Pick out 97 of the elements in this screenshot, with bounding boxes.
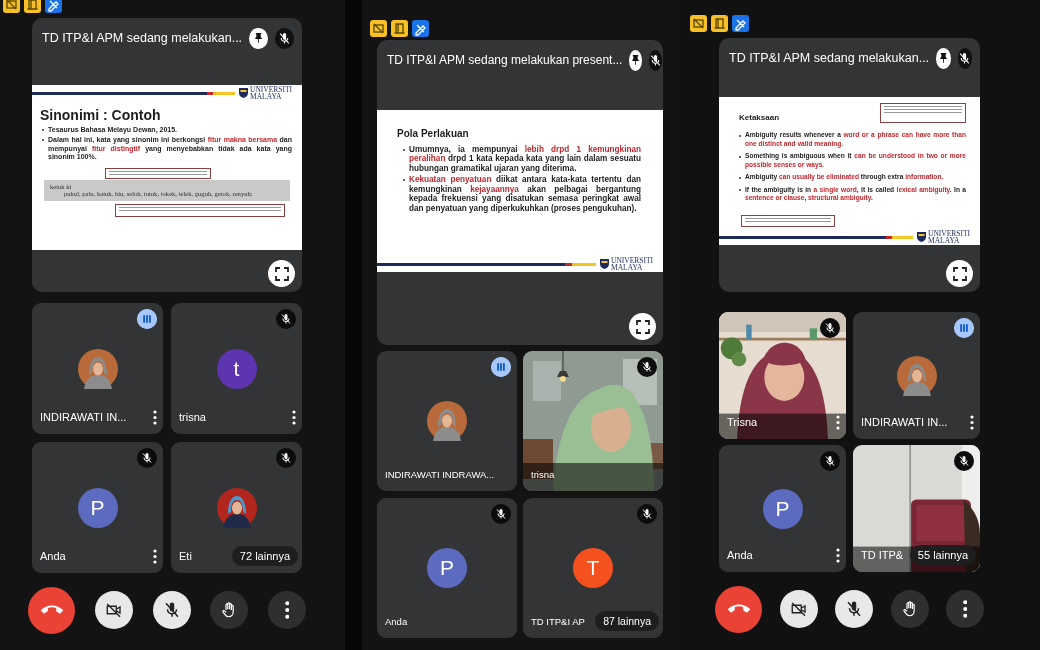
participant-name: INDIRAWATI INDRAWA... [385, 468, 496, 480]
slide-title: Ketaksaan [739, 113, 781, 122]
mic-off-icon [641, 361, 653, 373]
participant-tile[interactable]: t trisna [171, 303, 302, 434]
camera-off-icon [104, 601, 123, 619]
fullscreen-icon [952, 266, 967, 281]
more-icon[interactable] [152, 409, 158, 425]
mic-off-icon [824, 455, 836, 467]
participant-name: Anda [385, 615, 409, 627]
fullscreen-button[interactable] [946, 260, 973, 287]
participant-name: TD ITP&I AP [531, 615, 586, 627]
hang-up-button[interactable] [715, 585, 762, 633]
participant-tile[interactable]: P Anda [32, 442, 163, 573]
door-icon[interactable] [391, 20, 408, 37]
presentation-tile[interactable] [719, 38, 980, 292]
more-icon[interactable] [835, 547, 841, 563]
more-icon [962, 600, 968, 618]
more-icon[interactable] [152, 548, 158, 564]
others-count[interactable]: 55 lainnya [909, 545, 976, 565]
fullscreen-icon [635, 319, 650, 334]
participant-name: Anda [40, 550, 67, 562]
fullscreen-button[interactable] [629, 313, 656, 340]
pin-button[interactable] [249, 27, 269, 49]
mic-off-icon [141, 452, 153, 464]
fullscreen-icon [274, 266, 289, 281]
participant-tile[interactable]: Eti 72 lainnya [171, 442, 302, 573]
fullscreen-button[interactable] [268, 260, 295, 287]
mic-off-icon [958, 51, 972, 65]
mic-off-icon [824, 322, 836, 334]
participant-name: INDIRAWATI IN... [40, 411, 128, 423]
participant-tile[interactable]: trisna [523, 351, 663, 491]
more-icon[interactable] [969, 414, 975, 430]
participant-tile[interactable]: INDIRAWATI IN... [32, 303, 163, 434]
participant-tile[interactable]: TD ITP& 55 lainnya [853, 445, 980, 572]
avatar-initial: P [77, 487, 118, 528]
presenter-title: TD ITP&I APM sedang melakukan present... [387, 53, 623, 67]
pen-icon[interactable] [412, 20, 429, 37]
presenter-title: TD ITP&I APM sedang melakukan... [42, 31, 243, 45]
participant-tile[interactable]: Trisna [719, 312, 846, 439]
participant-tile[interactable]: P Anda [719, 445, 846, 572]
more-options-button[interactable] [268, 591, 306, 629]
pen-icon[interactable] [732, 15, 749, 32]
participant-tile[interactable]: P Anda [377, 498, 517, 638]
mic-off-icon [495, 508, 507, 520]
more-icon[interactable] [835, 414, 841, 430]
camera-off-button[interactable] [779, 590, 818, 628]
crest-icon [917, 232, 926, 242]
mic-off-icon [641, 508, 653, 520]
more-icon [284, 601, 290, 619]
raise-hand-button[interactable] [890, 590, 929, 628]
camera-off-button[interactable] [94, 591, 133, 629]
slides-icon[interactable] [690, 15, 707, 32]
pen-icon[interactable] [45, 0, 62, 13]
participant-name: Trisna [727, 416, 759, 428]
mic-off-button[interactable] [152, 591, 191, 629]
others-count[interactable]: 87 lainnya [595, 611, 659, 631]
more-icon[interactable] [291, 409, 297, 425]
slide-title: Pola Perlakuan [397, 128, 470, 139]
bullet-text: Umumnya, ia mempunyai lebih drpd 1 kemungkinan peralihan drpd 1 kata kepada kata yang lain dalam sesuatu hubungan gramatikal ujaran yang diterima. [409, 145, 641, 174]
more-options-button[interactable] [946, 590, 984, 628]
participant-name: trisna [531, 468, 556, 480]
pin-button[interactable] [936, 47, 951, 69]
participant-name: Anda [727, 549, 754, 561]
participant-tile[interactable]: INDIRAWATI IN... [853, 312, 980, 439]
mic-off-icon [649, 53, 663, 67]
others-count[interactable]: 72 lainnya [231, 546, 298, 566]
avatar-initial: P [762, 488, 803, 529]
raise-hand-button[interactable] [210, 591, 249, 629]
avatar-initial: P [427, 548, 467, 588]
crest-icon [600, 259, 609, 269]
mic-off-icon [280, 452, 292, 464]
slides-icon[interactable] [370, 20, 387, 37]
participant-name: Eti [179, 550, 193, 562]
presenter-title: TD ITP&I APM sedang melakukan... [729, 51, 930, 65]
slides-icon[interactable] [3, 0, 20, 13]
participant-tile[interactable]: INDIRAWATI INDRAWA... [377, 351, 517, 491]
door-icon[interactable] [24, 0, 41, 13]
mic-off-icon [845, 600, 863, 618]
mic-off-button[interactable] [835, 590, 873, 628]
hang-up-button[interactable] [28, 586, 75, 634]
avatar-initial: T [573, 548, 613, 588]
bullet-text: Kekuatan penyatuan diikat antara kata-kata tertentu dan kemungkinan kejayaannya akan pelbagai bergantung kepada frekuensi yang disatukan semasa peringkat awal dan penyatuan yang diperkukuhkan (proses pengukuhan). [409, 175, 641, 213]
participant-name: TD ITP& [861, 549, 905, 561]
camera-off-icon [789, 600, 808, 618]
presentation-tile[interactable] [377, 40, 663, 345]
slide-title: Sinonimi : Contoh [40, 107, 162, 123]
mic-off-icon [280, 313, 292, 325]
avatar-initial: t [216, 348, 257, 389]
pin-button[interactable] [629, 49, 643, 71]
mic-off-icon [278, 31, 291, 45]
participant-name: trisna [179, 411, 207, 423]
door-icon[interactable] [711, 15, 728, 32]
participant-tile[interactable]: T TD ITP&I AP 87 lainnya [523, 498, 663, 638]
presentation-tile[interactable] [32, 18, 302, 292]
crest-icon [239, 88, 248, 98]
mic-off-icon [958, 455, 970, 467]
participant-name: INDIRAWATI IN... [861, 416, 949, 428]
